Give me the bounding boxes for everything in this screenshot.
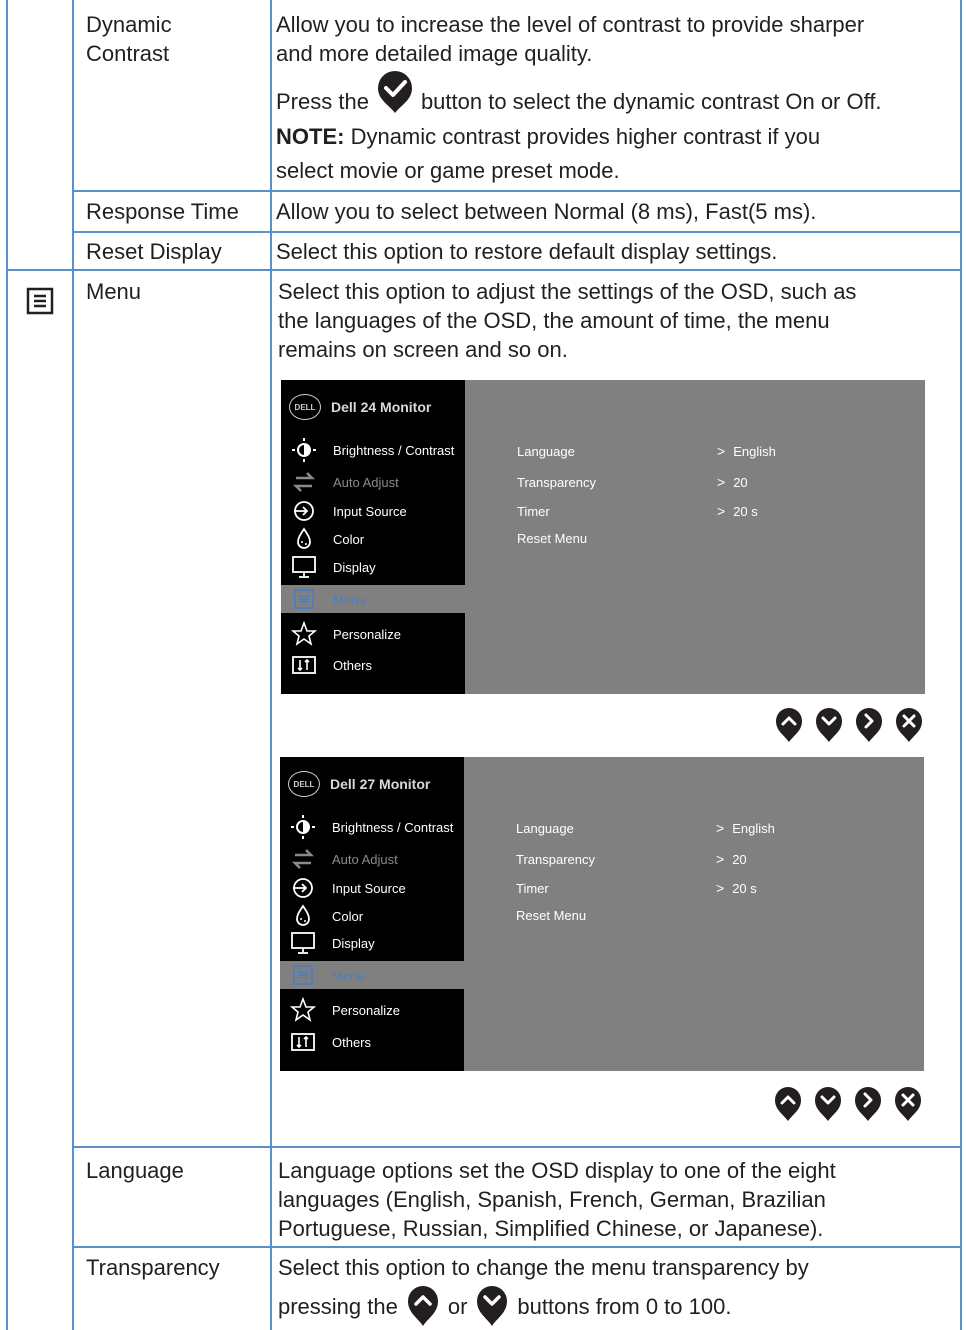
transparency-label: Transparency [86,1255,220,1280]
osd-option-timer[interactable]: Timer [517,504,550,519]
close-icon[interactable] [894,707,924,743]
osd-item-menu[interactable]: Menu [280,961,464,989]
osd-control-buttons [773,1086,923,1122]
osd-sidebar: DELL Dell 24 Monitor Brightness / Contra… [281,380,465,694]
dell-logo: DELL [288,771,320,797]
down-icon [475,1285,509,1327]
dell-logo: DELL [289,394,321,420]
transparency-description: Select this option to change the menu tr… [278,1255,809,1280]
down-icon[interactable] [814,707,844,743]
menu-description: Select this option to adjust the setting… [278,279,857,362]
response-time-description: Allow you to select between Normal (8 ms… [276,199,817,224]
osd-item-color[interactable]: Color [280,902,464,930]
menu-list-icon [25,286,55,316]
reset-display-label: Reset Display [86,239,222,264]
chevron-right-icon: > [717,443,726,459]
osd-option-timer[interactable]: Timer [516,881,549,896]
osd-value-timer: >20 s [717,503,758,519]
sun-icon [290,438,318,462]
dynamic-contrast-note: NOTE: Dynamic contrast provides higher c… [276,124,821,183]
up-icon[interactable] [774,707,804,743]
menu-label: Menu [86,279,142,304]
monitor-icon [290,555,318,579]
monitor-icon [289,931,317,955]
table-col-divider-2 [270,0,272,1330]
osd-option-language[interactable]: Language [517,444,575,459]
osd-value-transparency: >20 [717,474,748,490]
check-icon [375,70,415,114]
up-icon [406,1285,440,1327]
osd-option-reset-menu[interactable]: Reset Menu [516,908,586,923]
osd-option-transparency[interactable]: Transparency [517,475,596,490]
osd-title: Dell 24 Monitor [331,399,432,415]
menu-list-icon [290,587,318,611]
auto-adjust-icon [289,847,317,871]
osd-item-personalize[interactable]: Personalize [280,996,464,1024]
chevron-right-icon: > [716,880,725,896]
response-time-label: Response Time [86,199,239,224]
row-divider [6,269,962,271]
row-divider [72,231,962,233]
osd-sidebar: DELL Dell 27 Monitor Brightness / Contra… [280,757,464,1071]
language-label: Language [86,1158,184,1183]
down-icon[interactable] [813,1086,843,1122]
row-divider [72,190,962,192]
sun-icon [289,815,317,839]
osd-value-language: > English [717,443,776,459]
osd-item-menu[interactable]: Menu [281,585,465,613]
osd-item-others[interactable]: Others [281,651,465,679]
osd-screenshot: DELL Dell 27 Monitor Brightness / Contra… [280,757,924,1071]
table-border-left [6,0,8,1330]
others-icon [290,653,318,677]
osd-value-timer: >20 s [716,880,757,896]
osd-item-input-source[interactable]: Input Source [280,874,464,902]
star-icon [290,621,318,646]
osd-item-display[interactable]: Display [280,929,464,957]
osd-value-language: > English [716,820,775,836]
osd-item-color[interactable]: Color [281,525,465,553]
right-icon[interactable] [853,1086,883,1122]
table-col-divider-1 [72,0,74,1330]
input-source-icon [289,876,317,900]
color-drop-icon [290,527,318,551]
chevron-right-icon: > [716,851,725,867]
dynamic-contrast-label: Dynamic Contrast [86,12,172,66]
language-description: Language options set the OSD display to … [278,1158,836,1241]
right-icon[interactable] [854,707,884,743]
osd-item-auto-adjust[interactable]: Auto Adjust [281,468,465,496]
osd-control-buttons [774,707,924,743]
osd-item-auto-adjust[interactable]: Auto Adjust [280,845,464,873]
table-border-right [960,0,962,1330]
chevron-right-icon: > [716,820,725,836]
color-drop-icon [289,904,317,928]
osd-item-display[interactable]: Display [281,553,465,581]
input-source-icon [290,499,318,523]
transparency-press-line: pressing the or buttons from 0 to 100. [278,1284,731,1328]
up-icon[interactable] [773,1086,803,1122]
chevron-right-icon: > [717,503,726,519]
osd-option-language[interactable]: Language [516,821,574,836]
osd-value-transparency: >20 [716,851,747,867]
dynamic-contrast-press-line: Press the button to select the dynamic c… [276,70,956,116]
osd-option-transparency[interactable]: Transparency [516,852,595,867]
osd-item-others[interactable]: Others [280,1028,464,1056]
osd-item-brightness-contrast[interactable]: Brightness / Contrast [281,436,465,464]
menu-list-icon [289,963,317,987]
chevron-right-icon: > [717,474,726,490]
osd-title: Dell 27 Monitor [330,776,431,792]
star-icon [289,997,317,1022]
row-divider [72,1246,962,1248]
osd-item-input-source[interactable]: Input Source [281,497,465,525]
osd-screenshot: DELL Dell 24 Monitor Brightness / Contra… [281,380,925,694]
row-divider [72,1146,962,1148]
close-icon[interactable] [893,1086,923,1122]
auto-adjust-icon [290,470,318,494]
others-icon [289,1030,317,1054]
osd-item-personalize[interactable]: Personalize [281,620,465,648]
reset-display-description: Select this option to restore default di… [276,239,778,264]
osd-item-brightness-contrast[interactable]: Brightness / Contrast [280,813,464,841]
osd-option-reset-menu[interactable]: Reset Menu [517,531,587,546]
dynamic-contrast-description: Allow you to increase the level of contr… [276,12,865,66]
